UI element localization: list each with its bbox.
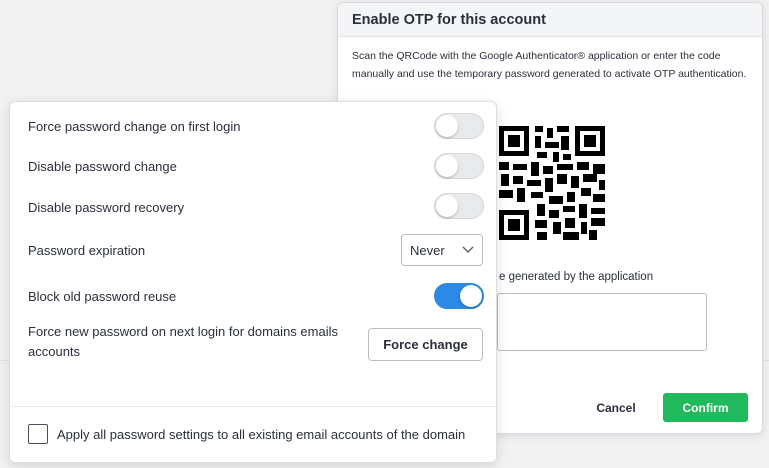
toggle-knob [436, 195, 458, 217]
toggle-knob [436, 115, 458, 137]
password-expiration-label: Password expiration [28, 243, 146, 258]
otp-description: Scan the QRCode with the Google Authenti… [352, 50, 747, 80]
confirm-button[interactable]: Confirm [663, 393, 748, 422]
disable-password-change-label: Disable password change [28, 159, 177, 174]
password-expiration-value: Never [410, 242, 445, 258]
apply-all-row[interactable]: Apply all password settings to all exist… [28, 424, 465, 444]
cancel-button[interactable]: Cancel [581, 395, 651, 421]
password-expiration-select[interactable]: Never [401, 234, 483, 266]
force-new-password-label: Force new password on next login for dom… [28, 324, 338, 359]
panel-divider [10, 406, 496, 407]
apply-all-checkbox[interactable] [28, 424, 48, 444]
disable-password-change-toggle[interactable] [434, 153, 484, 179]
otp-dialog-title: Enable OTP for this account [338, 3, 762, 37]
otp-code-input[interactable] [497, 293, 707, 351]
chevron-down-icon [462, 246, 474, 253]
force-change-button[interactable]: Force change [368, 328, 483, 361]
toggle-knob [436, 155, 458, 177]
apply-all-label: Apply all password settings to all exist… [57, 426, 466, 442]
disable-password-recovery-toggle[interactable] [434, 193, 484, 219]
otp-code-label: e generated by the application [499, 271, 654, 283]
disable-password-recovery-label: Disable password recovery [28, 200, 185, 215]
block-reuse-label: Block old password reuse [28, 289, 177, 304]
force-password-change-label: Force password change on first login [28, 119, 241, 134]
block-reuse-toggle[interactable] [434, 283, 484, 309]
force-password-change-toggle[interactable] [434, 113, 484, 139]
toggle-knob [460, 285, 482, 307]
password-settings-panel: Force password change on first login Dis… [9, 101, 497, 463]
qr-code [497, 124, 607, 242]
